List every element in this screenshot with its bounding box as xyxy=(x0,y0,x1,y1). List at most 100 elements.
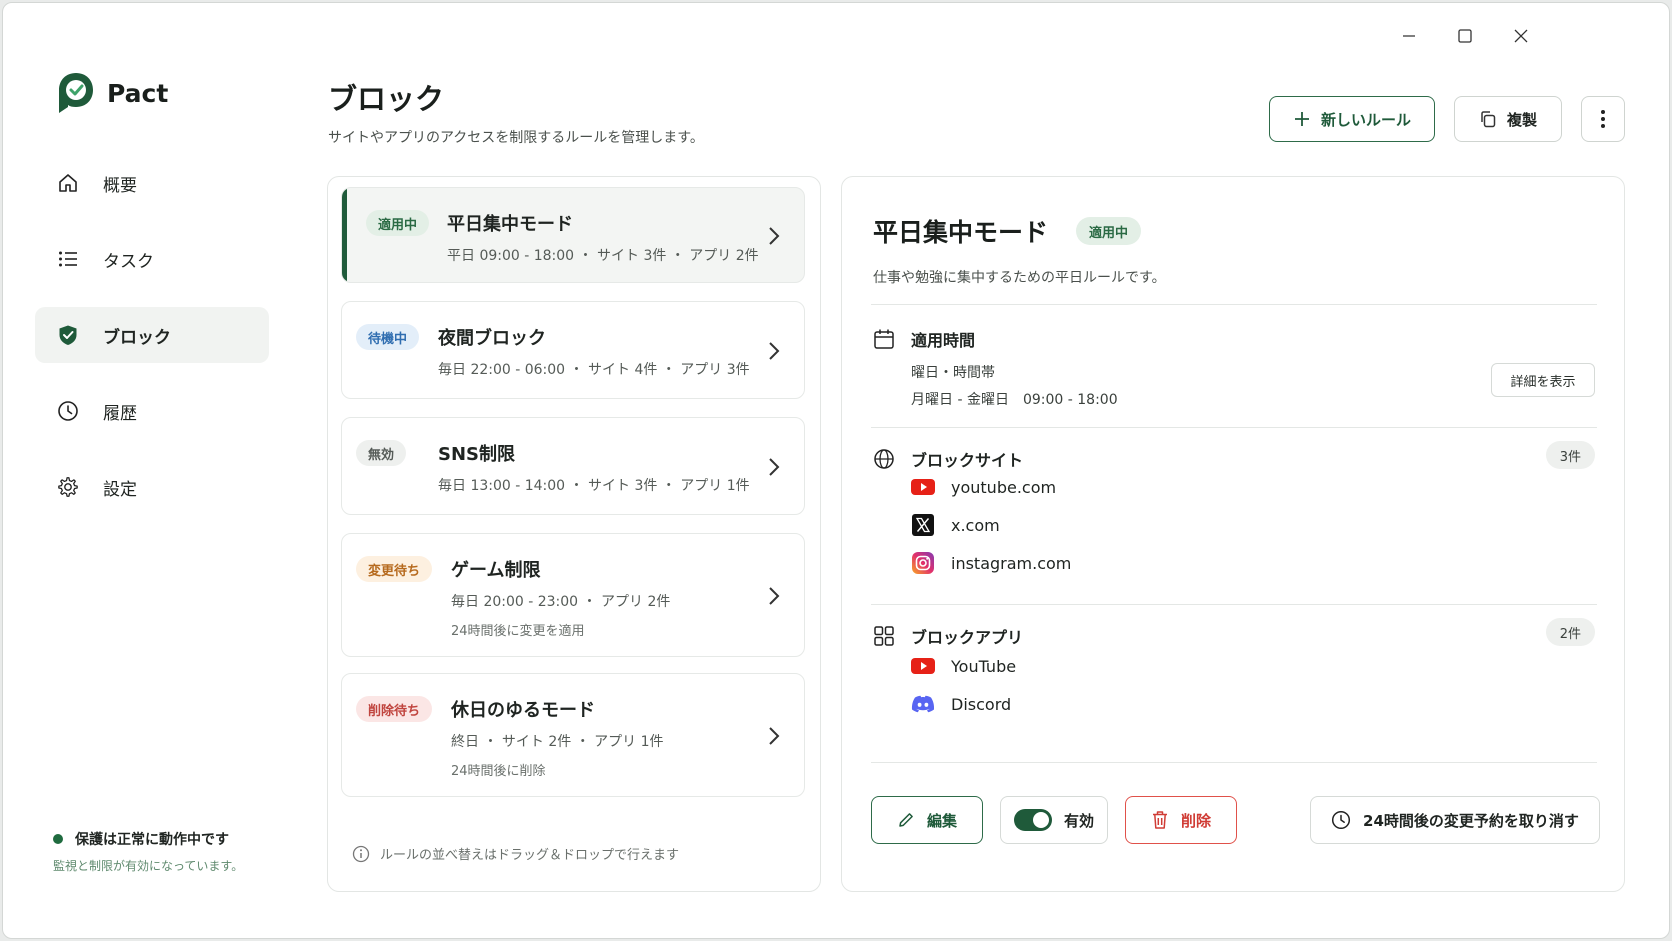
site-item-x: x.com xyxy=(911,513,1000,537)
close-button[interactable] xyxy=(1501,21,1541,51)
sidebar-item-overview[interactable]: 概要 xyxy=(35,155,269,211)
show-details-button[interactable]: 詳細を表示 xyxy=(1491,363,1595,397)
youtube-icon xyxy=(911,654,935,678)
site-item-youtube: youtube.com xyxy=(911,475,1056,499)
rule-meta: 終日 ・ サイト 2件 ・ アプリ 1件 xyxy=(451,734,664,750)
detail-title: 平日集中モード xyxy=(873,218,1049,247)
calendar-icon xyxy=(874,329,894,349)
blocked-sites-count: 3件 xyxy=(1545,441,1595,469)
globe-icon xyxy=(874,449,894,469)
delete-button[interactable]: 削除 xyxy=(1125,796,1237,844)
divider xyxy=(871,427,1597,428)
rule-meta: 毎日 13:00 - 14:00 ・ サイト 3件 ・ アプリ 1件 xyxy=(438,478,750,494)
cancel-pending-change-button[interactable]: 24時間後の変更予約を取り消す xyxy=(1310,796,1600,844)
home-icon xyxy=(59,174,77,192)
sidebar-item-label: 概要 xyxy=(103,175,137,196)
status-badge: 変更待ち xyxy=(356,556,433,582)
site-label: instagram.com xyxy=(951,553,1072,573)
enable-toggle[interactable]: 有効 xyxy=(1000,796,1108,844)
status-dot-icon xyxy=(53,834,63,844)
chevron-right-icon xyxy=(769,342,780,360)
list-hint: ルールの並べ替えはドラッグ＆ドロップで行えます xyxy=(352,844,679,863)
rule-meta: 平日 09:00 - 18:00 ・ サイト 3件 ・ アプリ 2件 xyxy=(447,248,759,264)
rule-card-sns-limit[interactable]: 無効 SNS制限 毎日 13:00 - 14:00 ・ サイト 3件 ・ アプリ… xyxy=(341,417,805,515)
rule-meta: 毎日 22:00 - 06:00 ・ サイト 4件 ・ アプリ 3件 xyxy=(438,362,750,378)
delete-label: 削除 xyxy=(1180,811,1211,830)
new-rule-button[interactable]: 新しいルール xyxy=(1269,96,1435,142)
divider xyxy=(871,762,1597,763)
sidebar-item-block[interactable]: ブロック xyxy=(35,307,269,363)
sidebar-item-history[interactable]: 履歴 xyxy=(35,383,269,439)
page-title: ブロック xyxy=(328,82,445,116)
chevron-right-icon xyxy=(769,587,780,605)
pencil-icon xyxy=(899,813,913,827)
status-badge: 適用中 xyxy=(366,210,430,236)
toggle-switch[interactable] xyxy=(1013,809,1052,831)
blocked-apps-heading: ブロックアプリ xyxy=(873,624,1023,648)
site-label: x.com xyxy=(951,515,1000,535)
rule-card-night-block[interactable]: 待機中 夜間ブロック 毎日 22:00 - 06:00 ・ サイト 4件 ・ ア… xyxy=(341,301,805,399)
status-badge: 無効 xyxy=(356,440,407,466)
toggle-label: 有効 xyxy=(1063,811,1094,830)
rule-card-holiday-relaxed[interactable]: 削除待ち 休日のゆるモード 終日 ・ サイト 2件 ・ アプリ 1件 24時間後… xyxy=(341,673,805,797)
more-vertical-icon xyxy=(1601,110,1605,128)
app-window: Pact 概要 タスク ブロック 履歴 設定 保護は正常に動作中です 監視と制限… xyxy=(2,2,1670,939)
edit-label: 編集 xyxy=(926,811,957,830)
status-badge: 削除待ち xyxy=(356,696,433,722)
edit-button[interactable]: 編集 xyxy=(871,796,983,844)
copy-icon xyxy=(1481,111,1496,128)
detail-status-badge: 適用中 xyxy=(1076,217,1142,245)
sidebar-nav: 概要 タスク ブロック 履歴 設定 xyxy=(35,155,269,535)
divider xyxy=(871,304,1597,305)
plus-icon xyxy=(1294,112,1309,126)
info-icon xyxy=(352,845,370,862)
rule-card-game-limit[interactable]: 変更待ち ゲーム制限 毎日 20:00 - 23:00 ・ アプリ 2件 24時… xyxy=(341,533,805,657)
sidebar-item-label: ブロック xyxy=(103,327,171,348)
rule-detail-panel: 平日集中モード 適用中 仕事や勉強に集中するための平日ルールです。 適用時間 曜… xyxy=(841,176,1625,892)
x-icon xyxy=(911,513,935,537)
rule-list-panel: 適用中 平日集中モード 平日 09:00 - 18:00 ・ サイト 3件 ・ … xyxy=(327,176,821,892)
rule-card-weekday-focus[interactable]: 適用中 平日集中モード 平日 09:00 - 18:00 ・ サイト 3件 ・ … xyxy=(341,187,805,283)
list-icon xyxy=(59,251,77,267)
status-title: 保護は正常に動作中です xyxy=(75,832,229,848)
protection-status: 保護は正常に動作中です 監視と制限が有効になっています。 xyxy=(53,829,243,874)
sidebar-item-settings[interactable]: 設定 xyxy=(35,459,269,515)
app-label: YouTube xyxy=(951,656,1017,676)
schedule-heading-label: 適用時間 xyxy=(911,331,976,350)
blocked-apps-label: ブロックアプリ xyxy=(911,628,1024,647)
rule-name: SNS制限 xyxy=(438,444,515,465)
rule-name: 夜間ブロック xyxy=(438,328,546,349)
schedule-value: 月曜日 - 金曜日 09:00 - 18:00 xyxy=(911,392,1118,408)
site-item-instagram: instagram.com xyxy=(911,551,1071,575)
sidebar-item-tasks[interactable]: タスク xyxy=(35,231,269,287)
status-subtitle: 監視と制限が有効になっています。 xyxy=(53,859,244,873)
shield-icon xyxy=(59,325,77,345)
schedule-label: 曜日・時間帯 xyxy=(911,365,995,381)
maximize-icon xyxy=(1458,29,1472,43)
duplicate-label: 複製 xyxy=(1506,110,1537,129)
close-icon xyxy=(1514,29,1528,43)
status-badge: 待機中 xyxy=(356,324,420,350)
chevron-right-icon xyxy=(769,727,780,745)
minimize-button[interactable] xyxy=(1389,21,1429,51)
list-hint-text: ルールの並べ替えはドラッグ＆ドロップで行えます xyxy=(380,848,680,863)
blocked-apps-count: 2件 xyxy=(1545,618,1595,646)
rule-name: 休日のゆるモード xyxy=(451,700,595,721)
clock-icon xyxy=(58,401,78,421)
rule-note: 24時間後に削除 xyxy=(451,764,546,779)
more-options-button[interactable] xyxy=(1581,96,1625,142)
app-label: Discord xyxy=(951,694,1012,714)
app-name: Pact xyxy=(107,78,169,108)
maximize-button[interactable] xyxy=(1445,21,1485,51)
cancel-pending-label: 24時間後の変更予約を取り消す xyxy=(1363,811,1579,830)
page-subtitle: サイトやアプリのアクセスを制限するルールを管理します。 xyxy=(328,130,704,146)
sidebar-item-label: タスク xyxy=(103,251,154,272)
gear-icon xyxy=(58,477,78,497)
rule-name: 平日集中モード xyxy=(447,214,573,235)
discord-icon xyxy=(911,692,935,716)
clock-icon xyxy=(1331,810,1351,830)
youtube-icon xyxy=(911,475,935,499)
app-logo: Pact xyxy=(57,71,168,115)
duplicate-button[interactable]: 複製 xyxy=(1454,96,1562,142)
instagram-icon xyxy=(911,551,935,575)
